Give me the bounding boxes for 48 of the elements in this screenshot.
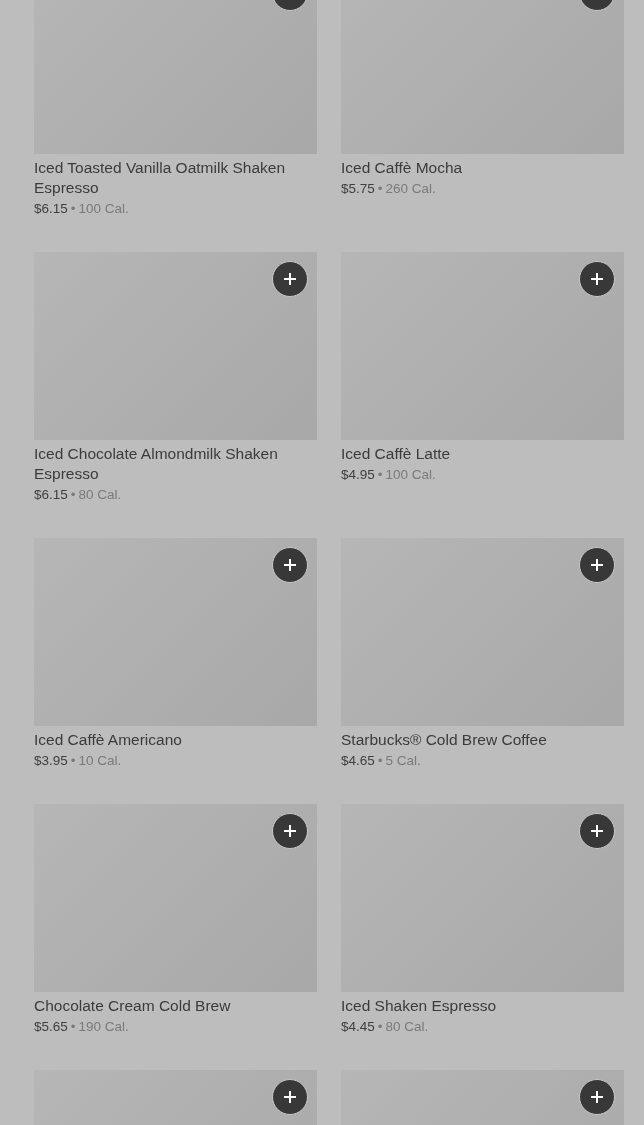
plus-icon [591,825,603,837]
item-price: $5.75 [341,181,375,196]
item-calories: 260 Cal. [385,181,436,196]
item-calories: 5 Cal. [385,753,421,768]
item-price: $6.15 [34,201,68,216]
item-price: $4.45 [341,1019,375,1034]
add-button[interactable] [272,813,308,849]
separator-dot: • [377,753,383,768]
plus-icon [591,1091,603,1103]
add-button[interactable] [579,261,615,297]
separator-dot: • [70,201,76,216]
add-button[interactable] [579,547,615,583]
plus-icon [284,559,296,571]
separator-dot: • [377,181,383,196]
add-button[interactable] [272,1079,308,1115]
plus-icon [284,825,296,837]
plus-icon [591,273,603,285]
add-button[interactable] [272,547,308,583]
item-name: Iced Toasted Vanilla Oatmilk Shaken Espresso [34,158,286,198]
item-name: Iced Caffè Mocha [341,158,464,178]
item-price: $4.95 [341,467,375,482]
item-name: Iced Caffè Latte [341,444,452,464]
add-button[interactable] [579,813,615,849]
item-price: $3.95 [34,753,68,768]
item-calories: 190 Cal. [78,1019,129,1034]
item-price: $4.65 [341,753,375,768]
item-name: Iced Chocolate Almondmilk Shaken Espresso [34,444,279,484]
item-calories: 80 Cal. [385,1019,429,1034]
item-calories: 10 Cal. [78,753,122,768]
plus-icon [591,559,603,571]
item-name: Iced Caffè Americano [34,730,183,750]
item-calories: 80 Cal. [78,487,122,502]
item-calories: 100 Cal. [78,201,129,216]
item-price: $5.65 [34,1019,68,1034]
plus-icon [284,273,296,285]
separator-dot: • [70,753,76,768]
separator-dot: • [70,487,76,502]
add-button[interactable] [579,1079,615,1115]
item-name: Chocolate Cream Cold Brew [34,996,232,1016]
item-calories: 100 Cal. [385,467,436,482]
add-button[interactable] [272,261,308,297]
item-name: Iced Shaken Espresso [341,996,498,1016]
item-name: Starbucks® Cold Brew Coffee [341,730,548,750]
item-price: $6.15 [34,487,68,502]
separator-dot: • [377,467,383,482]
separator-dot: • [70,1019,76,1034]
separator-dot: • [377,1019,383,1034]
plus-icon [284,1091,296,1103]
